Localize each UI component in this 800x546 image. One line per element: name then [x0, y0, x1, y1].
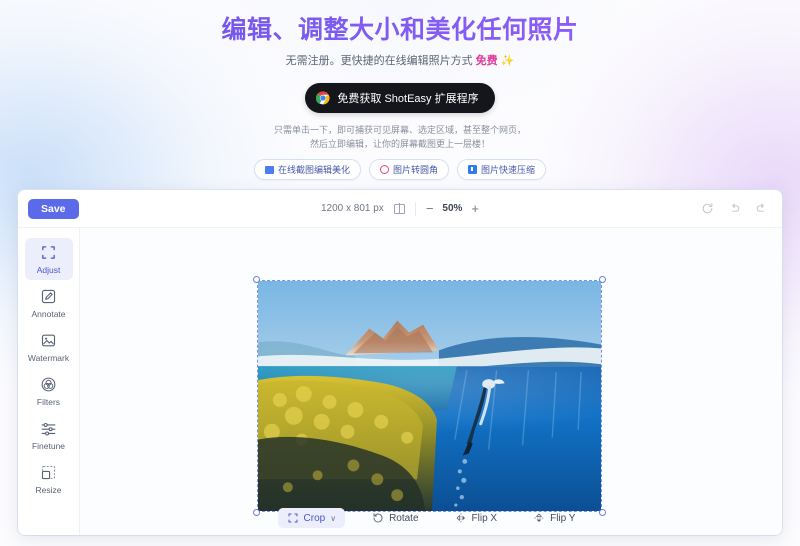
- compress-icon: [468, 165, 477, 174]
- history-controls: [701, 202, 768, 215]
- hero-description: 只需单击一下，即可捕获可见屏幕、选定区域，甚至整个网页， 然后立即编辑，让你的屏…: [0, 123, 800, 151]
- sidebar-item-label: Watermark: [27, 353, 70, 363]
- get-extension-button[interactable]: 免费获取 ShotEasy 扩展程序: [305, 83, 495, 113]
- rotate-tool-button[interactable]: Rotate: [363, 508, 427, 528]
- undo-icon[interactable]: [728, 202, 741, 215]
- flip-y-tool-button[interactable]: Flip Y: [524, 508, 584, 528]
- sidebar-item-label: Annotate: [31, 309, 66, 319]
- sidebar-item-finetune[interactable]: Finetune: [25, 414, 73, 456]
- flip-x-icon: [456, 513, 465, 523]
- redo-icon[interactable]: [755, 202, 768, 215]
- crop-tool-button[interactable]: Crop ∨: [277, 508, 346, 528]
- flip-x-tool-button[interactable]: Flip X: [446, 508, 507, 528]
- flip-y-tool-label: Flip Y: [550, 512, 576, 524]
- picture-icon: [264, 165, 274, 174]
- sparkle-icon: ✨: [500, 55, 515, 67]
- editor-sidebar: Adjust Annotate Watermark Filters Finetu…: [18, 228, 80, 535]
- crop-icon: [288, 513, 298, 523]
- editor-card: Save 1200 x 801 px − 50% + Adjust Annota…: [18, 190, 782, 535]
- reset-icon[interactable]: [701, 202, 714, 215]
- pill-screenshot-editor[interactable]: 在线截图编辑美化: [253, 159, 361, 180]
- crop-handle-top-left[interactable]: [253, 276, 260, 283]
- pill-rounded-corner[interactable]: 图片转圆角: [368, 159, 449, 180]
- hero-description-line2: 然后立即编辑，让你的屏幕截图更上一层楼！: [309, 139, 490, 149]
- pill-compress[interactable]: 图片快速压缩: [457, 159, 547, 180]
- feature-pill-row: 在线截图编辑美化 图片转圆角 图片快速压缩: [0, 159, 800, 180]
- flip-x-tool-label: Flip X: [471, 512, 498, 524]
- editor-toolbar: Save 1200 x 801 px − 50% +: [18, 190, 782, 228]
- hero-subtitle-main: 无需注册。更快捷的在线编辑照片方式: [285, 55, 473, 67]
- zoom-level: 50%: [442, 203, 463, 214]
- sidebar-item-adjust[interactable]: Adjust: [24, 238, 73, 280]
- pencil-icon: [41, 289, 56, 304]
- editor-bottom-toolbar: Crop ∨ Rotate Flip X Flip Y: [80, 501, 782, 535]
- chevron-down-icon: ∨: [330, 513, 337, 523]
- get-extension-label: 免费获取 ShotEasy 扩展程序: [337, 93, 479, 105]
- zoom-in-button[interactable]: +: [471, 202, 479, 215]
- crop-selection[interactable]: [253, 276, 606, 516]
- editor-canvas[interactable]: [80, 228, 782, 535]
- crop-handle-top-right[interactable]: [599, 276, 606, 283]
- sidebar-item-filters[interactable]: Filters: [25, 370, 73, 412]
- flip-y-icon: [534, 513, 544, 522]
- resize-icon: [41, 465, 56, 480]
- fit-to-screen-icon[interactable]: [393, 203, 405, 214]
- hero-subtitle-free-badge: 免费: [475, 55, 498, 67]
- image-dimensions: 1200 x 801 px: [320, 203, 384, 214]
- pill-label: 在线截图编辑美化: [277, 165, 350, 175]
- crop-selection-border: [257, 280, 602, 512]
- image-icon: [41, 334, 56, 347]
- rotate-icon: [373, 513, 383, 523]
- rotate-tool-label: Rotate: [389, 512, 419, 524]
- chrome-icon: [316, 91, 330, 105]
- crop-icon: [42, 246, 55, 259]
- page-title: 编辑、调整大小和美化任何照片: [0, 14, 800, 46]
- sidebar-item-watermark[interactable]: Watermark: [25, 326, 73, 368]
- circles-icon: [41, 377, 56, 392]
- zoom-out-button[interactable]: −: [426, 202, 434, 215]
- sliders-icon: [41, 422, 56, 436]
- zoom-controls: − 50% +: [426, 202, 479, 215]
- save-button[interactable]: Save: [28, 198, 79, 219]
- sidebar-item-label: Adjust: [36, 265, 61, 275]
- editor-body: Adjust Annotate Watermark Filters Finetu…: [18, 228, 782, 535]
- editor-toolbar-center: 1200 x 801 px − 50% +: [18, 201, 782, 216]
- sidebar-item-label: Resize: [35, 485, 62, 495]
- pill-label: 图片快速压缩: [481, 165, 536, 175]
- hero-description-line1: 只需单击一下，即可捕获可见屏幕、选定区域，甚至整个网页，: [273, 125, 526, 135]
- sidebar-item-resize[interactable]: Resize: [25, 458, 73, 500]
- toolbar-divider: [414, 201, 416, 216]
- crop-tool-label: Crop: [303, 512, 326, 524]
- sidebar-item-label: Filters: [36, 397, 61, 407]
- hero-subtitle: 无需注册。更快捷的在线编辑照片方式 免费 ✨: [0, 54, 800, 69]
- pill-label: 图片转圆角: [392, 165, 438, 175]
- sidebar-item-label: Finetune: [31, 441, 66, 451]
- rounded-corner-icon: [379, 165, 389, 174]
- sidebar-item-annotate[interactable]: Annotate: [25, 282, 73, 324]
